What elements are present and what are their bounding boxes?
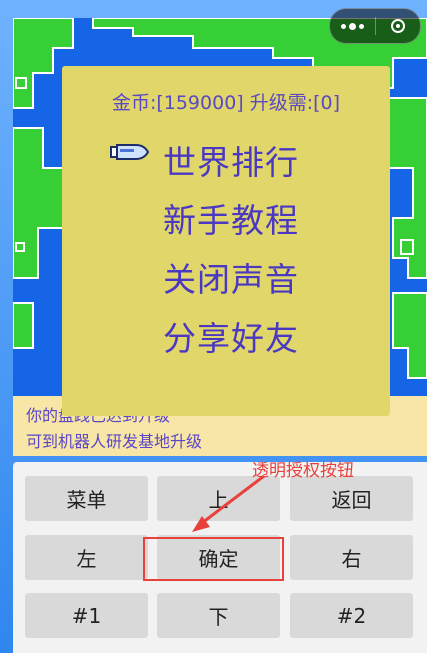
left-button[interactable]: 左 <box>25 535 148 580</box>
f2-button[interactable]: #2 <box>290 593 413 638</box>
menu-item-mute-sound[interactable]: 关闭声音 <box>163 253 299 301</box>
mini-program-capsule <box>329 8 421 44</box>
down-button[interactable]: 下 <box>157 593 280 638</box>
more-button[interactable] <box>330 9 375 43</box>
menu-item-share[interactable]: 分享好友 <box>163 312 299 360</box>
circle-dot-icon <box>390 19 405 33</box>
f1-button[interactable]: #1 <box>25 593 148 638</box>
hand-pointer-icon <box>110 141 150 167</box>
back-button[interactable]: 返回 <box>290 476 413 521</box>
up-button[interactable]: 上 <box>157 476 280 521</box>
confirm-button[interactable]: 确定 <box>157 535 280 580</box>
close-button[interactable] <box>376 9 421 43</box>
right-button[interactable]: 右 <box>290 535 413 580</box>
game-menu-panel: 金币:[159000] 升级需:[0] 世界排行 新手教程 关闭声音 分享好友 <box>62 66 390 416</box>
message-line-2: 可到机器人研发基地升级 <box>26 432 203 451</box>
coins-status: 金币:[159000] 升级需:[0] <box>111 92 341 114</box>
menu-item-tutorial[interactable]: 新手教程 <box>163 194 299 242</box>
more-dots-icon <box>340 22 364 30</box>
menu-button[interactable]: 菜单 <box>25 476 148 521</box>
annotation-label: 透明授权按钮 <box>252 461 354 481</box>
menu-item-world-ranking[interactable]: 世界排行 <box>163 136 299 184</box>
